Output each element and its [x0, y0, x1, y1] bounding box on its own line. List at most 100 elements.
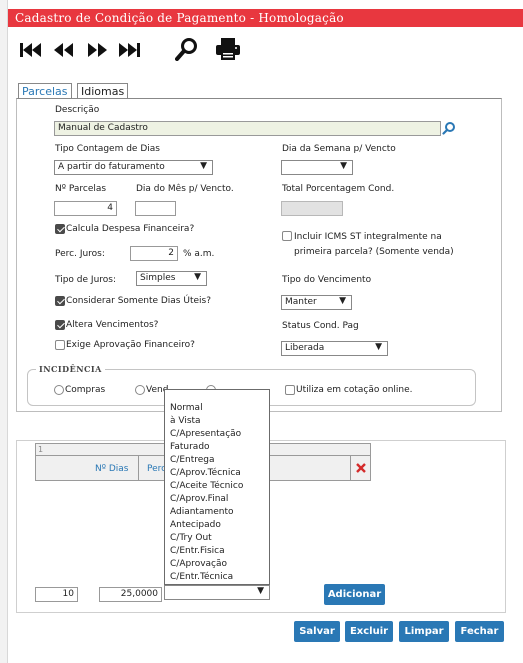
checkbox-checked-icon [55, 224, 65, 234]
tipo-vencimento-value: Manter [285, 297, 317, 307]
considerar-dias-uteis-checkbox[interactable]: Considerar Somente Dias Úteis? [55, 296, 211, 307]
dia-semana-select[interactable]: ▼ [281, 160, 353, 175]
incluir-icms-checkbox[interactable] [282, 231, 292, 242]
print-button[interactable] [215, 37, 241, 61]
first-record-icon [20, 43, 41, 57]
tipo-contagem-value: A partir do faturamento [58, 162, 165, 172]
save-button[interactable]: Salvar [294, 621, 340, 642]
altera-vencimentos-checkbox[interactable]: Altera Vencimentos? [55, 320, 158, 331]
status-select[interactable]: Liberada ▼ [281, 341, 388, 356]
left-edge [0, 0, 8, 663]
previous-record-button[interactable] [53, 40, 75, 60]
status-value: Liberada [285, 343, 325, 353]
checkbox-icon [55, 340, 65, 350]
next-record-button[interactable] [86, 40, 108, 60]
dropdown-option[interactable]: Adiantamento [165, 506, 269, 519]
dropdown-option[interactable]: Normal [165, 402, 269, 415]
print-icon [216, 38, 240, 60]
perc-juros-label: Perc. Juros: [55, 249, 105, 259]
new-perc-input[interactable]: 25,0000 [99, 587, 162, 602]
perc-juros-unit: % a.m. [183, 249, 215, 259]
dropdown-option[interactable]: Antecipado [165, 519, 269, 532]
total-porcentagem-input [281, 201, 343, 216]
n-parcelas-input[interactable]: 4 [54, 201, 117, 216]
cotacao-online-checkbox[interactable]: Utiliza em cotação online. [285, 385, 413, 396]
next-record-icon [88, 43, 107, 57]
total-porcentagem-label: Total Porcentagem Cond. [282, 184, 395, 194]
tipo-juros-value: Simples [140, 273, 176, 283]
first-record-button[interactable] [19, 40, 43, 60]
tipo-vencimento-select[interactable]: Manter ▼ [281, 295, 352, 310]
descricao-label: Descrição [55, 105, 100, 115]
chevron-down-icon: ▼ [375, 342, 382, 352]
chevron-down-icon: ▼ [200, 161, 207, 171]
search-button[interactable] [175, 37, 199, 61]
add-button[interactable]: Adicionar [324, 584, 385, 605]
dropdown-option[interactable]: C/Apresentação [165, 428, 269, 441]
tipo-parcela-dropdown[interactable]: Normal à Vista C/Apresentação Faturado C… [164, 389, 270, 585]
grid-col-n-dias[interactable]: Nº Dias [95, 464, 128, 474]
dropdown-option[interactable]: C/Entr.Fisica [165, 545, 269, 558]
tipo-juros-select[interactable]: Simples ▼ [136, 271, 207, 286]
grid-page-number: 1 [38, 445, 44, 454]
chevron-down-icon: ▼ [339, 296, 346, 306]
status-label: Status Cond. Pag [282, 321, 359, 331]
dropdown-option[interactable]: à Vista [165, 415, 269, 428]
radio-icon [54, 385, 64, 395]
dia-semana-label: Dia da Semana p/ Vencto [282, 144, 396, 154]
delete-button[interactable]: Excluir [345, 621, 393, 642]
dia-mes-label: Dia do Mês p/ Vencto. [136, 184, 234, 194]
delete-x-icon [356, 463, 366, 473]
previous-record-icon [54, 43, 73, 57]
considerar-dias-uteis-label: Considerar Somente Dias Úteis? [66, 296, 211, 306]
dropdown-option[interactable]: C/Aprov.Final [165, 493, 269, 506]
checkbox-icon [282, 231, 292, 241]
chevron-down-icon: ▼ [194, 272, 201, 282]
incidencia-compras-radio[interactable]: Compras [54, 385, 105, 396]
tipo-vencimento-label: Tipo do Vencimento [282, 275, 372, 285]
descricao-input[interactable]: Manual de Cadastro [54, 121, 441, 136]
dropdown-option[interactable]: C/Try Out [165, 532, 269, 545]
compras-label: Compras [65, 385, 106, 395]
tab-parcelas[interactable]: Parcelas [18, 83, 72, 99]
tipo-juros-label: Tipo de Juros: [55, 275, 117, 285]
exige-aprovacao-checkbox[interactable]: Exige Aprovação Financeiro? [55, 340, 195, 351]
checkbox-checked-icon [55, 320, 65, 330]
dia-mes-input[interactable] [135, 201, 176, 216]
calcula-despesa-checkbox[interactable]: Calcula Despesa Financeira? [55, 224, 194, 235]
dropdown-blank-option[interactable] [165, 390, 269, 402]
search-icon [175, 38, 197, 61]
incidencia-legend: Incidência [36, 364, 105, 374]
window-title: Cadastro de Condição de Pagamento - Homo… [8, 9, 523, 27]
dropdown-option[interactable]: C/Aprovação [165, 558, 269, 571]
descricao-search-button[interactable] [442, 121, 456, 138]
close-button[interactable]: Fechar [455, 621, 504, 642]
altera-vencimentos-label: Altera Vencimentos? [66, 320, 159, 330]
n-parcelas-label: Nº Parcelas [55, 184, 107, 194]
dropdown-option[interactable]: C/Entr.Técnica [165, 571, 269, 584]
new-n-dias-input[interactable]: 10 [35, 587, 78, 602]
chevron-down-icon: ▼ [257, 586, 264, 596]
new-tipo-select[interactable]: ▼ [164, 585, 270, 600]
exige-aprovacao-label: Exige Aprovação Financeiro? [66, 340, 195, 350]
tipo-contagem-select[interactable]: A partir do faturamento ▼ [54, 160, 213, 175]
cotacao-online-label: Utiliza em cotação online. [296, 385, 413, 395]
last-record-icon [119, 43, 140, 57]
checkbox-checked-icon [55, 296, 65, 306]
chevron-down-icon: ▼ [340, 161, 347, 171]
dropdown-option[interactable]: C/Entrega [165, 454, 269, 467]
last-record-button[interactable] [117, 40, 141, 60]
checkbox-icon [285, 385, 295, 395]
dropdown-option[interactable]: C/Aceite Técnico [165, 480, 269, 493]
tipo-contagem-label: Tipo Contagem de Dias [55, 144, 160, 154]
clear-button[interactable]: Limpar [399, 621, 449, 642]
delete-row-button[interactable] [355, 462, 367, 477]
incluir-icms-label: Incluir ICMS ST integralmente na primeir… [294, 232, 454, 257]
magnifier-icon [442, 122, 455, 135]
tab-idiomas[interactable]: Idiomas [77, 83, 129, 99]
calcula-despesa-label: Calcula Despesa Financeira? [66, 224, 195, 234]
dropdown-option[interactable]: Faturado [165, 441, 269, 454]
radio-icon [135, 385, 145, 395]
perc-juros-input[interactable]: 2 [130, 246, 178, 261]
dropdown-option[interactable]: C/Aprov.Técnica [165, 467, 269, 480]
